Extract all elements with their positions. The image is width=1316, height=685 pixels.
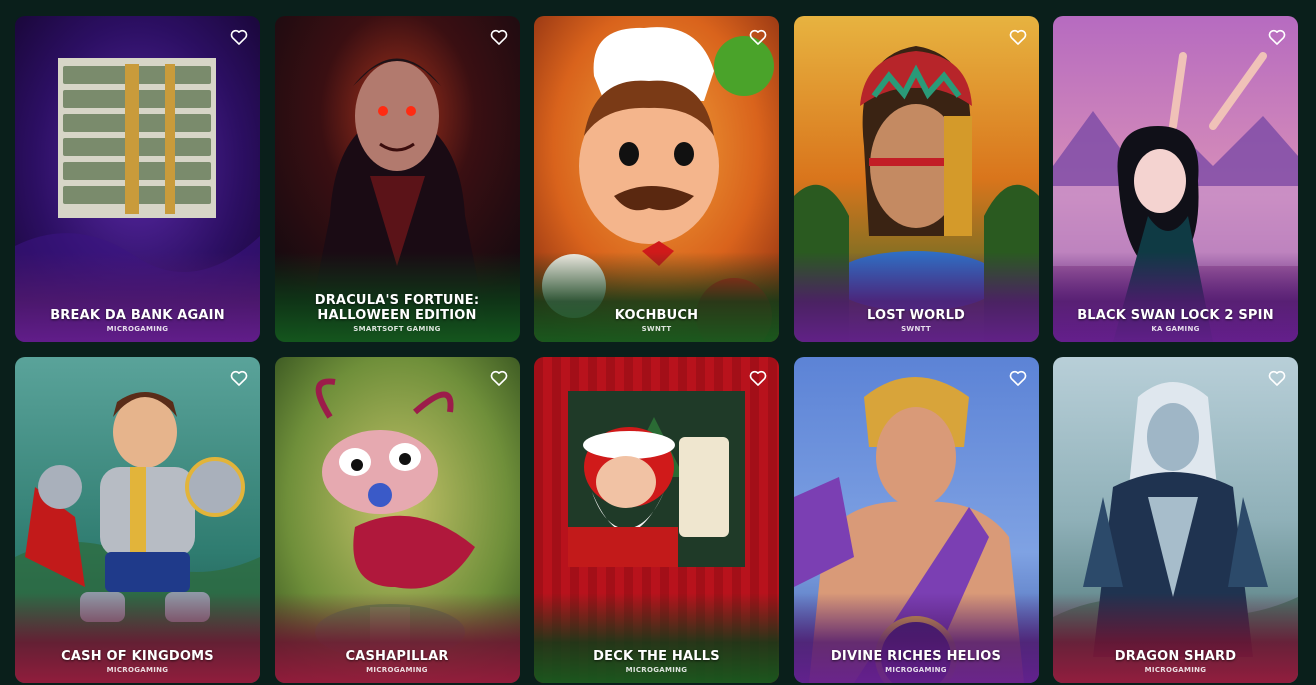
game-provider: MICROGAMING	[106, 666, 169, 674]
game-provider: MICROGAMING	[366, 666, 428, 674]
game-title: BREAK DA BANK AGAIN	[50, 308, 225, 323]
game-meta: CASHAPILLAR MICROGAMING	[275, 649, 520, 674]
heart-outline-icon[interactable]	[747, 26, 769, 48]
game-card-deck-the-halls[interactable]: DECK THE HALLS MICROGAMING	[534, 357, 779, 683]
game-provider: SWNTT	[641, 325, 672, 333]
game-meta: KOCHBUCH SWNTT	[534, 308, 779, 333]
game-card-draculas-fortune[interactable]: DRACULA'S FORTUNE: HALLOWEEN EDITION SMA…	[274, 16, 520, 342]
game-title: DRAGON SHARD	[1114, 649, 1237, 664]
game-title: KOCHBUCH	[614, 308, 699, 323]
game-title: CASH OF KINGDOMS	[61, 649, 214, 664]
game-provider: SMARTSOFT GAMING	[353, 325, 441, 333]
game-meta: BREAK DA BANK AGAIN MICROGAMING	[15, 308, 260, 333]
game-card-dragon-shard[interactable]: DRAGON SHARD MICROGAMING	[1053, 357, 1298, 683]
heart-outline-icon[interactable]	[1007, 367, 1029, 389]
game-provider: MICROGAMING	[106, 325, 169, 333]
game-meta: BLACK SWAN LOCK 2 SPIN KA GAMING	[1053, 308, 1298, 333]
game-meta: LOST WORLD SWNTT	[794, 308, 1039, 333]
game-provider: MICROGAMING	[625, 666, 688, 674]
game-meta: DRAGON SHARD MICROGAMING	[1053, 649, 1298, 674]
game-meta: DECK THE HALLS MICROGAMING	[534, 649, 779, 674]
game-provider: KA GAMING	[1151, 325, 1200, 333]
game-title: DECK THE HALLS	[593, 649, 720, 664]
game-grid: BREAK DA BANK AGAIN MICROGAMING DRACULA'…	[15, 16, 1298, 683]
game-provider: SWNTT	[901, 325, 931, 333]
game-title: BLACK SWAN LOCK 2 SPIN	[1077, 308, 1274, 323]
heart-outline-icon[interactable]	[1266, 26, 1288, 48]
game-title: LOST WORLD	[866, 308, 966, 323]
heart-outline-icon[interactable]	[488, 26, 510, 48]
game-title: DRACULA'S FORTUNE: HALLOWEEN EDITION	[314, 293, 480, 323]
game-card-lost-world[interactable]: LOST WORLD SWNTT	[793, 16, 1039, 342]
game-provider: MICROGAMING	[1144, 666, 1207, 674]
game-title: CASHAPILLAR	[345, 649, 449, 664]
heart-outline-icon[interactable]	[1266, 367, 1288, 389]
game-card-break-da-bank-again[interactable]: BREAK DA BANK AGAIN MICROGAMING	[15, 16, 260, 342]
game-card-kochbuch[interactable]: KOCHBUCH SWNTT	[534, 16, 779, 342]
heart-outline-icon[interactable]	[488, 367, 510, 389]
game-meta: CASH OF KINGDOMS MICROGAMING	[15, 649, 260, 674]
game-provider: MICROGAMING	[885, 666, 947, 674]
game-title: DIVINE RICHES HELIOS	[830, 649, 1002, 664]
heart-outline-icon[interactable]	[1007, 26, 1029, 48]
game-meta: DRACULA'S FORTUNE: HALLOWEEN EDITION SMA…	[275, 293, 520, 333]
game-card-black-swan[interactable]: BLACK SWAN LOCK 2 SPIN KA GAMING	[1053, 16, 1298, 342]
heart-outline-icon[interactable]	[228, 367, 250, 389]
game-card-cash-of-kingdoms[interactable]: CASH OF KINGDOMS MICROGAMING	[15, 357, 260, 683]
game-meta: DIVINE RICHES HELIOS MICROGAMING	[794, 649, 1039, 674]
game-card-divine-riches-helios[interactable]: DIVINE RICHES HELIOS MICROGAMING	[793, 357, 1039, 683]
heart-outline-icon[interactable]	[228, 26, 250, 48]
game-card-cashapillar[interactable]: CASHAPILLAR MICROGAMING	[274, 357, 520, 683]
heart-outline-icon[interactable]	[747, 367, 769, 389]
